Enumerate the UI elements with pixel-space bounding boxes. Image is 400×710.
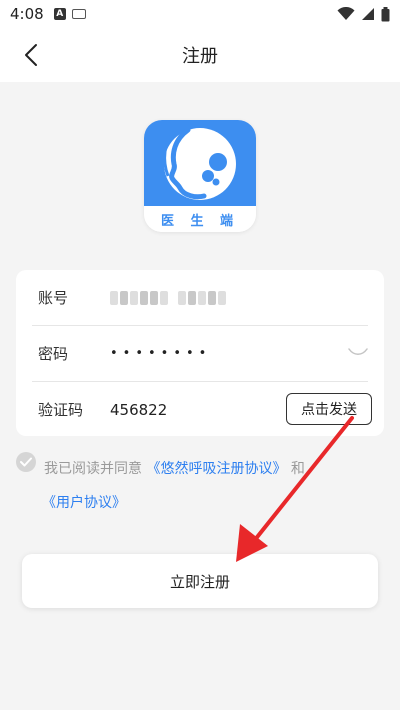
agree-checkbox[interactable] bbox=[16, 452, 36, 472]
password-input[interactable]: •••••••• bbox=[110, 346, 211, 361]
signal-icon bbox=[362, 8, 374, 20]
password-label: 密码 bbox=[38, 345, 69, 363]
password-row: 密码 •••••••• bbox=[16, 326, 384, 381]
logo-graphic bbox=[144, 120, 256, 206]
eye-closed-icon[interactable] bbox=[348, 346, 368, 358]
app-logo: 医 生 端 bbox=[144, 120, 256, 232]
logo-caption: 医 生 端 bbox=[144, 206, 256, 232]
status-system-icons bbox=[337, 6, 390, 22]
register-button[interactable]: 立即注册 bbox=[22, 554, 378, 608]
agreement-line-2: 《用户协议》 bbox=[42, 484, 126, 522]
register-form: 账号 密码 •••••••• 验证码 456822 点击发送 bbox=[16, 270, 384, 436]
wifi-icon bbox=[337, 7, 355, 20]
register-agreement-link[interactable]: 《悠然呼吸注册协议》 bbox=[146, 461, 286, 477]
check-icon bbox=[20, 457, 32, 467]
keyboard-icon bbox=[71, 9, 86, 19]
page-title: 注册 bbox=[182, 46, 218, 67]
nav-bar: 注册 bbox=[0, 28, 400, 82]
user-agreement-link[interactable]: 《用户协议》 bbox=[42, 495, 126, 511]
code-label: 验证码 bbox=[38, 401, 84, 419]
status-time: 4:08 bbox=[10, 5, 44, 23]
a-app-icon: A bbox=[53, 8, 66, 20]
account-label: 账号 bbox=[38, 289, 69, 307]
chevron-left-icon bbox=[25, 44, 37, 66]
code-input[interactable]: 456822 bbox=[110, 401, 167, 419]
agreement-connector: 和 bbox=[290, 461, 305, 477]
status-notification-icons: A bbox=[53, 8, 86, 20]
account-input[interactable] bbox=[110, 290, 226, 305]
account-row: 账号 bbox=[16, 270, 384, 325]
agreement-line-1: 我已阅读并同意 《悠然呼吸注册协议》 和 bbox=[44, 450, 305, 488]
verification-code-row: 验证码 456822 点击发送 bbox=[16, 382, 384, 437]
status-bar: 4:08 A bbox=[0, 0, 400, 28]
agreement-prefix: 我已阅读并同意 bbox=[44, 461, 147, 477]
breathing-face-icon bbox=[163, 127, 236, 200]
send-code-button[interactable]: 点击发送 bbox=[286, 393, 372, 425]
battery-icon bbox=[381, 6, 390, 21]
back-button[interactable] bbox=[18, 42, 44, 68]
